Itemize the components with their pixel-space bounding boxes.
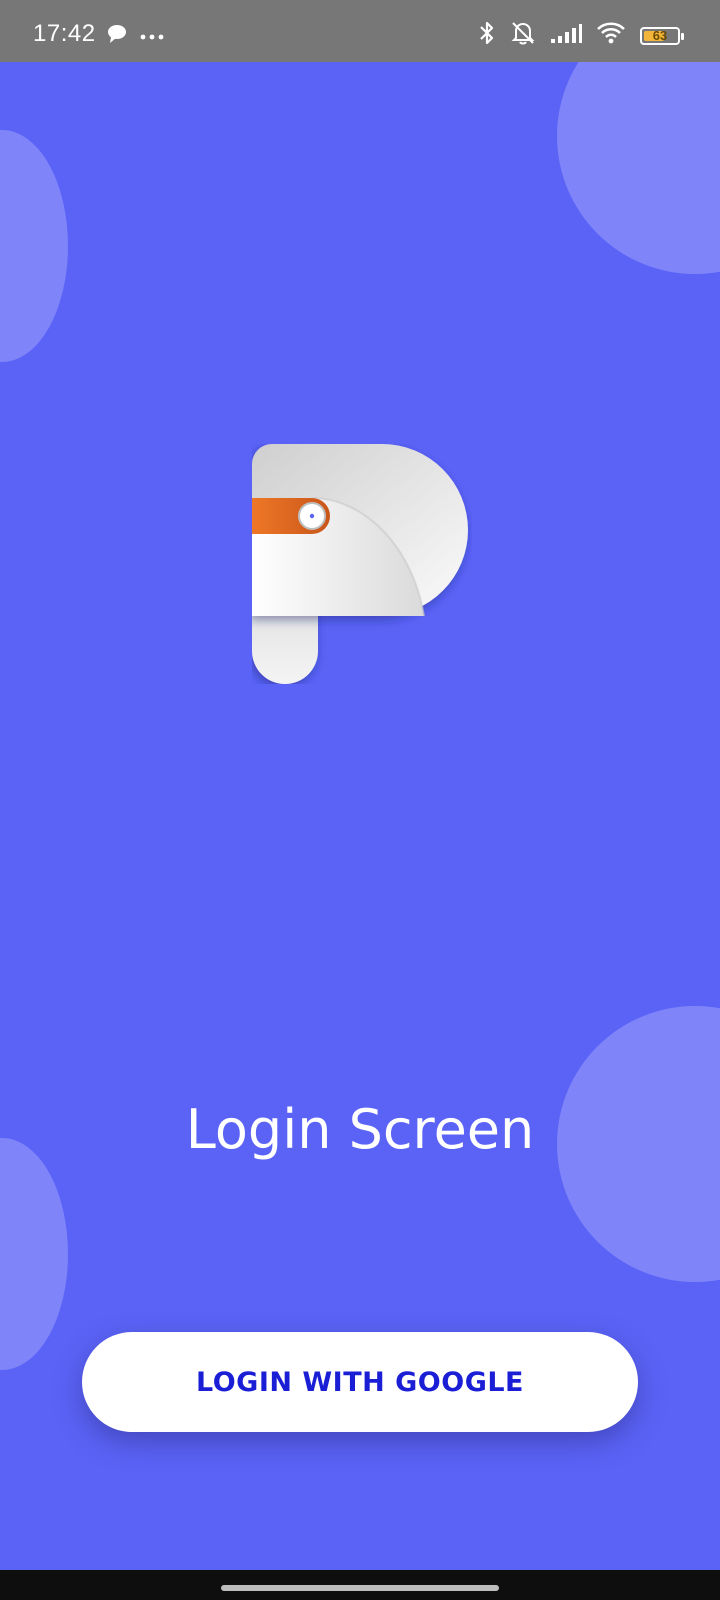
decorative-circle-top-left (0, 130, 68, 362)
home-indicator[interactable] (221, 1585, 499, 1591)
app-logo (252, 444, 472, 684)
signal-icon (550, 22, 582, 49)
decorative-circle-bottom-left (0, 1138, 68, 1370)
status-time: 17:42 (33, 20, 96, 47)
status-left-icons (106, 24, 164, 49)
navigation-bar (0, 1570, 720, 1600)
wifi-icon (596, 21, 626, 50)
login-screen: 17:42 63 Login Screen LOGIN WITH GOOGLE (0, 0, 720, 1600)
bluetooth-icon (478, 20, 496, 51)
battery-level: 63 (652, 28, 668, 43)
more-dots-icon (140, 28, 164, 46)
login-with-google-button[interactable]: LOGIN WITH GOOGLE (82, 1332, 638, 1432)
status-bar: 17:42 63 (0, 0, 720, 62)
login-with-google-label: LOGIN WITH GOOGLE (195, 1366, 525, 1398)
chat-bubble-icon (106, 24, 128, 49)
battery-icon: 63 (640, 26, 684, 45)
bell-off-icon (510, 20, 536, 51)
battery-tip (681, 32, 684, 40)
page-title: Login Screen (185, 1098, 535, 1161)
status-right-icons: 63 (478, 20, 684, 51)
